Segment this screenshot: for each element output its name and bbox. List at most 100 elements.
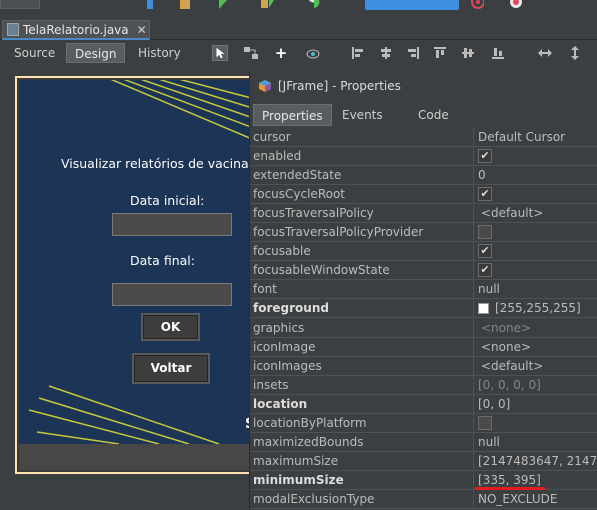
property-value[interactable]: [2147483647, 2147483647] (478, 454, 597, 468)
property-value[interactable]: null (478, 435, 500, 449)
unchecked-checkbox[interactable] (478, 416, 492, 430)
start-date-field[interactable] (112, 213, 232, 236)
property-value[interactable]: [0, 0, 0, 0] (478, 378, 541, 392)
debug-icon[interactable] (260, 0, 274, 10)
resize-vertical-icon[interactable] (567, 45, 583, 61)
source-view-button[interactable]: Source (6, 43, 63, 63)
property-row[interactable]: focusableWindowState ✔ (250, 261, 597, 280)
checked-checkbox[interactable]: ✔ (478, 187, 492, 201)
build-icon[interactable] (143, 0, 157, 10)
property-row[interactable]: maximumSize [2147483647, 2147483647] (250, 452, 597, 471)
checked-checkbox[interactable]: ✔ (478, 244, 492, 258)
property-value[interactable]: 0 (478, 168, 486, 182)
column-divider (473, 319, 474, 338)
property-value[interactable]: null (478, 282, 500, 296)
property-name: focusTraversalPolicyProvider (253, 225, 424, 239)
property-name: maximizedBounds (253, 435, 364, 449)
property-row[interactable]: foreground [255,255,255] (250, 299, 597, 318)
profile-icon[interactable] (307, 0, 321, 10)
property-name: focusable (253, 244, 311, 258)
end-date-label: Data final: (130, 253, 195, 268)
tab-properties[interactable]: Properties (253, 104, 332, 126)
property-row[interactable]: font null (250, 280, 597, 299)
checked-checkbox[interactable]: ✔ (478, 263, 492, 277)
checked-checkbox[interactable]: ✔ (478, 149, 492, 163)
property-row[interactable]: focusCycleRoot ✔ (250, 185, 597, 204)
align-center-icon[interactable] (378, 45, 394, 61)
property-value[interactable]: [0, 0] (478, 397, 510, 411)
property-row[interactable]: enabled ✔ (250, 147, 597, 166)
tab-telarelatorio[interactable]: TelaRelatorio.java ✕ (2, 20, 150, 40)
resize-horizontal-icon[interactable] (537, 45, 553, 61)
property-value[interactable]: <none> (481, 321, 531, 335)
netbeans-icon (259, 80, 271, 92)
align-top-icon[interactable] (432, 45, 448, 61)
property-value[interactable]: <none> (481, 340, 531, 354)
run-icon[interactable] (215, 0, 229, 10)
tab-label: TelaRelatorio.java (23, 22, 129, 37)
tab-code[interactable]: Code (410, 104, 457, 126)
property-row[interactable]: extendedState 0 (250, 166, 597, 185)
gc-icon[interactable] (470, 0, 484, 10)
property-value[interactable]: Default Cursor (478, 130, 565, 144)
column-divider (473, 414, 474, 433)
back-button[interactable]: Voltar (132, 353, 210, 384)
property-row[interactable]: graphics <none> (250, 319, 597, 338)
connection-mode-icon[interactable] (243, 45, 259, 61)
highlight-underline (475, 487, 545, 490)
run-configuration-selector[interactable] (365, 0, 459, 10)
memory-icon[interactable] (508, 0, 522, 10)
property-name: focusableWindowState (253, 263, 390, 277)
preview-icon[interactable] (305, 45, 321, 61)
column-divider (473, 299, 474, 318)
history-view-button[interactable]: History (130, 43, 189, 63)
properties-title: [JFrame] - Properties (278, 79, 401, 93)
editor-tab-bar: TelaRelatorio.java ✕ (0, 18, 597, 40)
property-row[interactable]: cursor Default Cursor (250, 128, 597, 147)
property-row[interactable]: focusTraversalPolicyProvider (250, 223, 597, 242)
selection-mode-icon[interactable] (212, 45, 228, 61)
property-value[interactable]: <default> (481, 359, 543, 373)
ide-window: TelaRelatorio.java ✕ Source Design Histo… (0, 0, 597, 510)
property-name: locationByPlatform (253, 416, 367, 430)
align-left-icon[interactable] (350, 45, 366, 61)
design-view-button[interactable]: Design (66, 43, 126, 63)
tab-events[interactable]: Events (334, 104, 391, 126)
color-swatch[interactable] (478, 303, 489, 314)
column-divider (473, 185, 474, 204)
end-date-field[interactable] (112, 283, 232, 306)
ok-button[interactable]: OK (141, 313, 200, 341)
property-row[interactable]: insets [0, 0, 0, 0] (250, 376, 597, 395)
property-name: maximumSize (253, 454, 339, 468)
property-row[interactable]: focusTraversalPolicy <default> (250, 204, 597, 223)
close-icon[interactable]: ✕ (137, 23, 147, 37)
properties-window: [JFrame] - Properties Properties Events … (249, 72, 597, 510)
align-right-icon[interactable] (405, 45, 421, 61)
property-row[interactable]: maximizedBounds null (250, 433, 597, 452)
property-row[interactable]: location [0, 0] (250, 395, 597, 414)
column-divider (473, 433, 474, 452)
property-row[interactable]: modalExclusionType NO_EXCLUDE (250, 490, 597, 509)
jframe-preview[interactable]: Visualizar relatórios de vacina Data ini… (15, 76, 255, 474)
property-row[interactable]: iconImage <none> (250, 338, 597, 357)
property-value[interactable]: [335, 395] (478, 473, 541, 487)
start-date-label: Data inicial: (130, 193, 205, 208)
align-middle-icon[interactable] (460, 45, 476, 61)
property-name: focusCycleRoot (253, 187, 346, 201)
property-value[interactable]: NO_EXCLUDE (478, 492, 557, 506)
add-icon[interactable]: + (273, 45, 289, 61)
property-value[interactable]: [255,255,255] (495, 301, 581, 315)
property-row[interactable]: focusable ✔ (250, 242, 597, 261)
column-divider (473, 223, 474, 242)
property-name: iconImage (253, 340, 316, 354)
align-bottom-icon[interactable] (490, 45, 506, 61)
property-value[interactable]: <default> (481, 206, 543, 220)
unchecked-checkbox[interactable] (478, 225, 492, 239)
form-background: Visualizar relatórios de vacina Data ini… (19, 80, 253, 444)
property-row[interactable]: locationByPlatform (250, 414, 597, 433)
property-row[interactable]: iconImages <default> (250, 357, 597, 376)
property-name: focusTraversalPolicy (253, 206, 374, 220)
project-combo[interactable] (0, 0, 40, 9)
property-name: enabled (253, 149, 302, 163)
clean-build-icon[interactable] (178, 0, 192, 10)
